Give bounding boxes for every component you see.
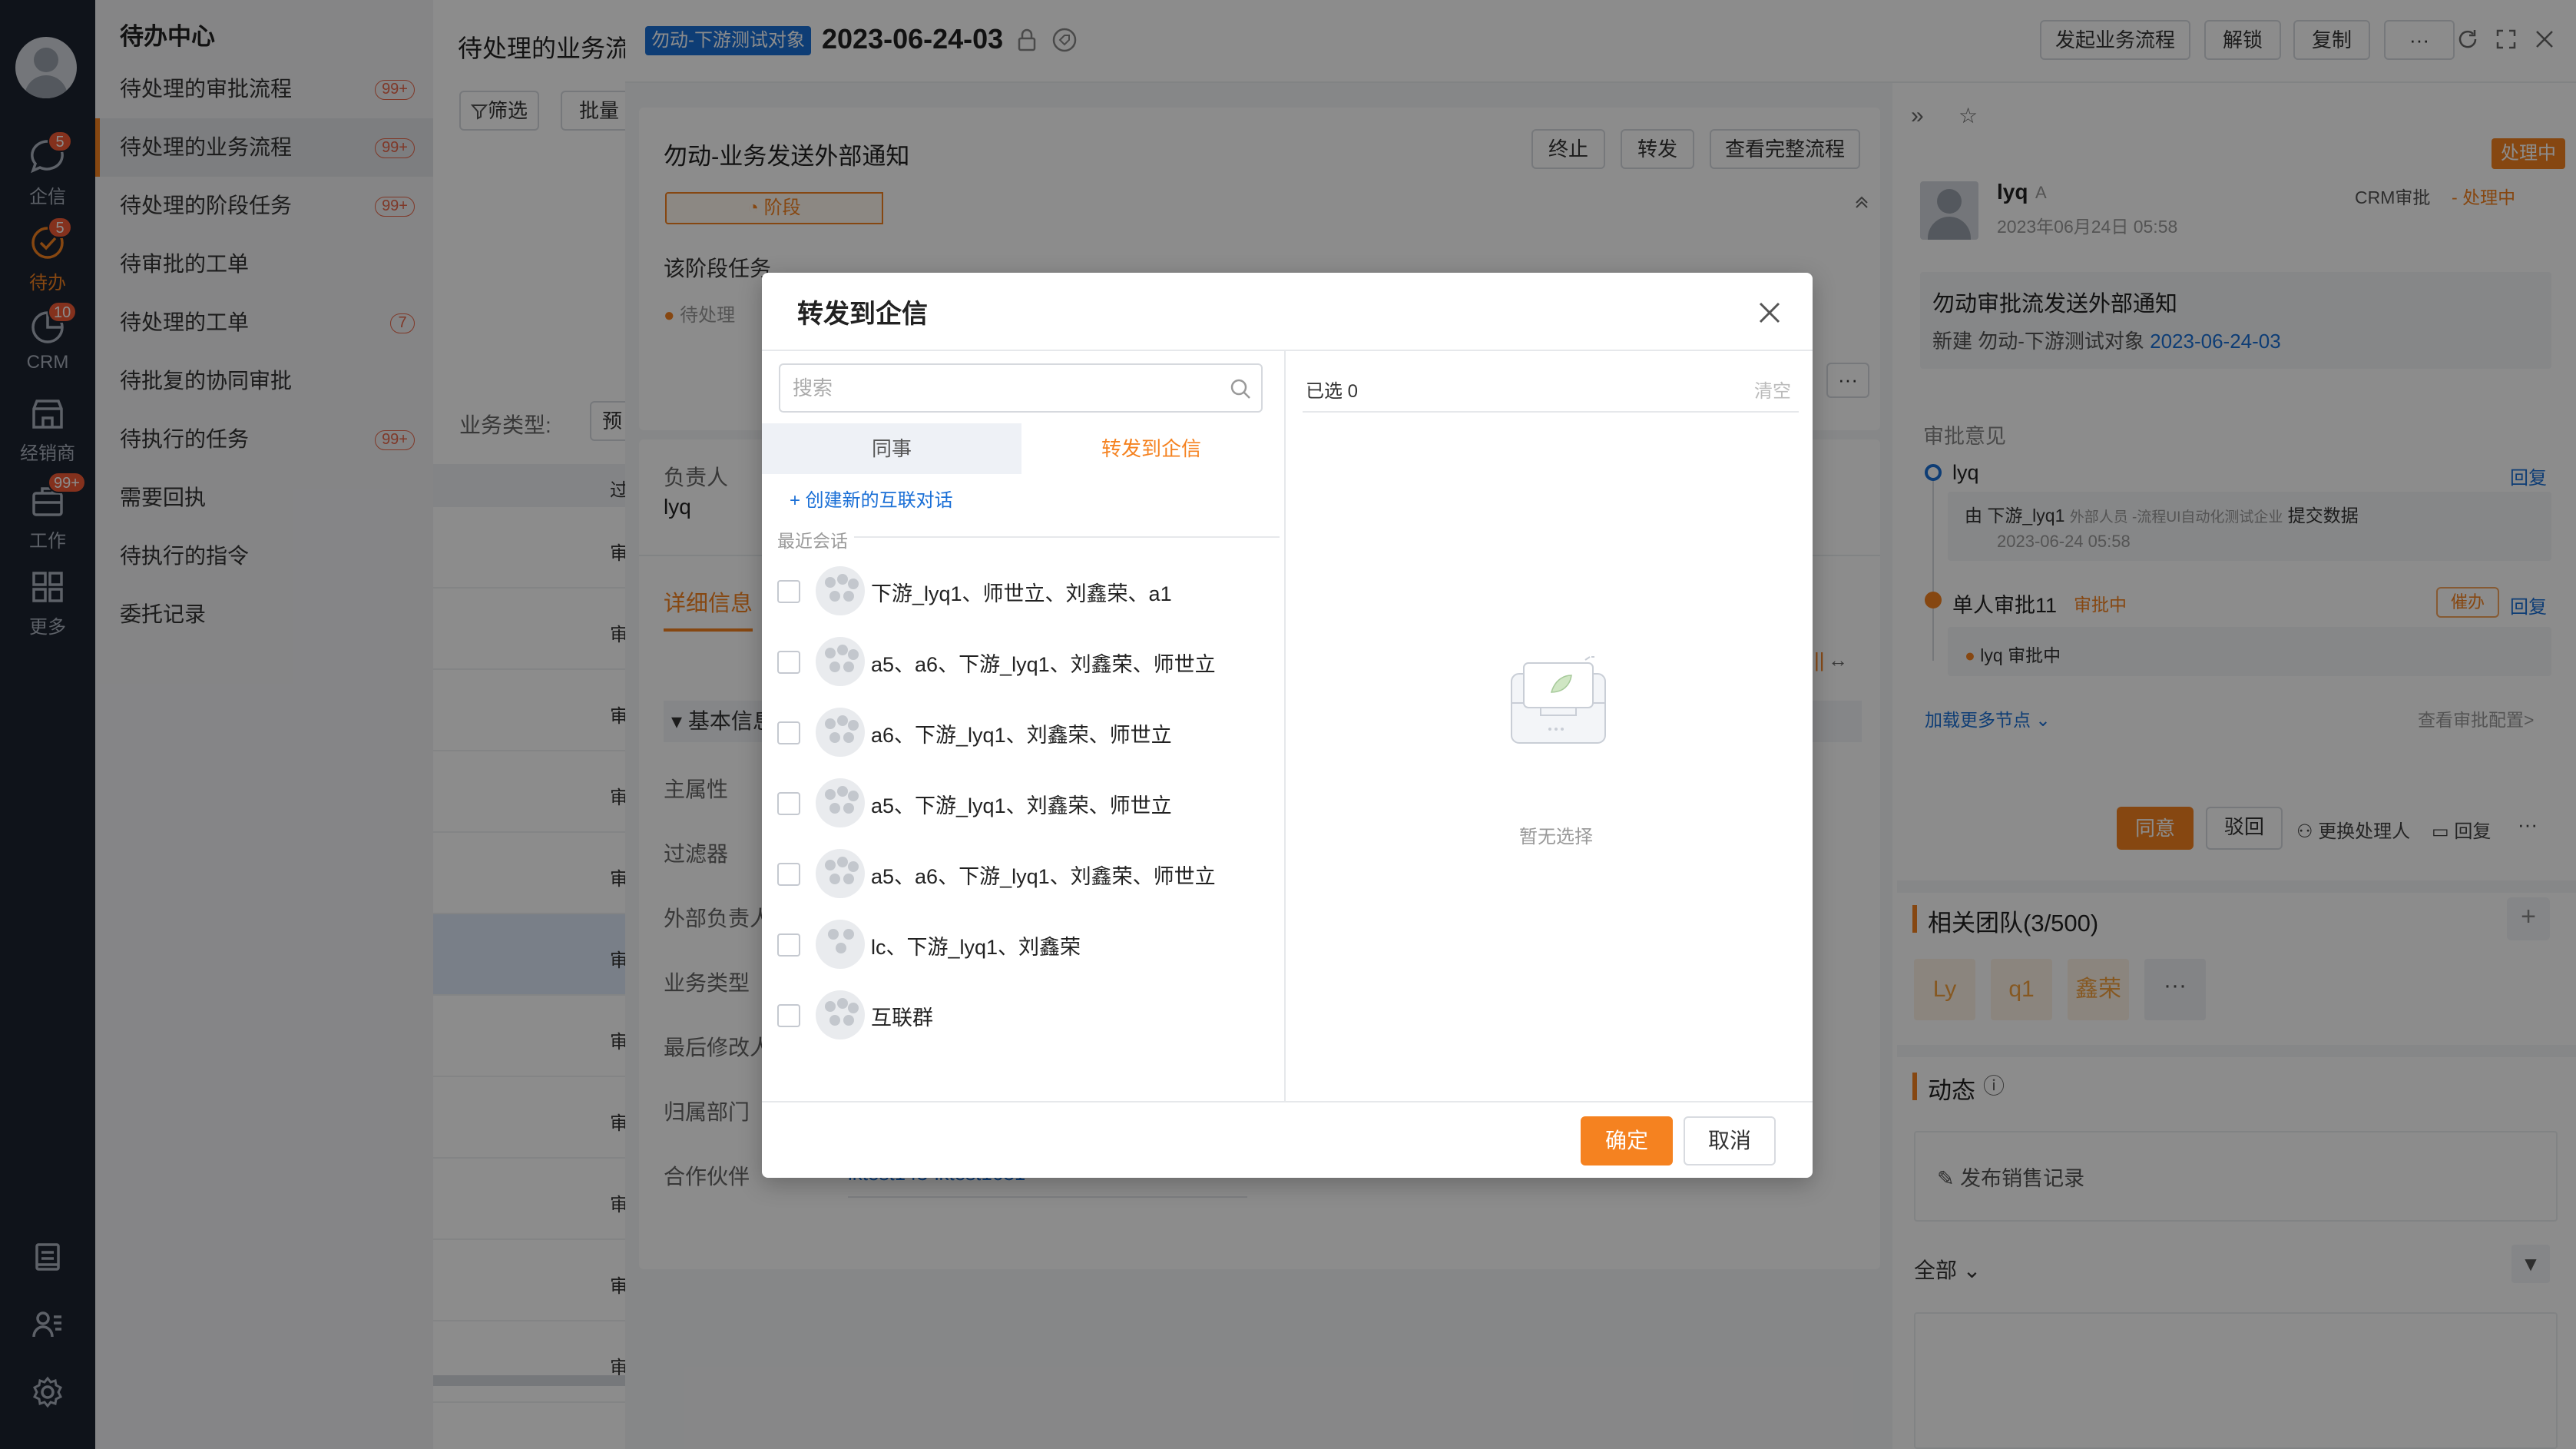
tab-forward-qixin[interactable]: 转发到企信 (1021, 423, 1281, 474)
tab-colleague[interactable]: 同事 (762, 423, 1021, 474)
conversation-name: 下游_lyq1、师世立、刘鑫荣、a1 (871, 582, 1172, 605)
recent-label: 最近会话 (777, 526, 854, 552)
dialog-tabs: 同事 转发到企信 (762, 423, 1284, 474)
group-avatar (816, 990, 865, 1040)
column-divider (1284, 351, 1286, 1101)
dialog-header-divider (762, 350, 1813, 351)
dialog-footer-divider (762, 1101, 1813, 1102)
conversation-checkbox[interactable] (777, 863, 800, 886)
conversation-name: a6、下游_lyq1、刘鑫荣、师世立 (871, 724, 1172, 747)
conversation-row[interactable]: 下游_lyq1、师世立、刘鑫荣、a1 (762, 555, 1284, 626)
group-avatar (816, 920, 865, 969)
conversation-checkbox[interactable] (777, 580, 800, 603)
conversation-row[interactable]: a5、下游_lyq1、刘鑫荣、师世立 (762, 768, 1284, 838)
forward-to-qixin-dialog: 转发到企信 搜索 同事 转发到企信 + 创建新的互联对话 最近会话 下游_lyq… (762, 273, 1813, 1178)
confirm-label: 确定 (1604, 1129, 1648, 1152)
confirm-button[interactable]: 确定 (1581, 1116, 1673, 1166)
conversation-name: a5、a6、下游_lyq1、刘鑫荣、师世立 (871, 653, 1216, 676)
dialog-title: 转发到企信 (797, 300, 928, 329)
conversation-checkbox[interactable] (777, 1004, 800, 1027)
conversation-checkbox[interactable] (777, 933, 800, 957)
selected-count: 已选 0 (1306, 381, 1359, 402)
conversation-name: a5、a6、下游_lyq1、刘鑫荣、师世立 (871, 865, 1216, 888)
conversation-name: lc、下游_lyq1、刘鑫荣 (871, 936, 1081, 959)
group-avatar (816, 708, 865, 757)
recent-section-header: 最近会话 (777, 526, 1280, 552)
empty-selection-text: 暂无选择 (1519, 827, 1593, 847)
clear-selection-link[interactable]: 清空 (1754, 376, 1791, 403)
search-icon (1230, 379, 1250, 399)
conversation-name: 互联群 (871, 1006, 933, 1030)
group-avatar (816, 566, 865, 615)
cancel-button[interactable]: 取消 (1684, 1116, 1776, 1166)
group-avatar (816, 778, 865, 827)
cancel-label: 取消 (1707, 1129, 1751, 1152)
conversation-checkbox[interactable] (777, 792, 800, 815)
conversation-row[interactable]: lc、下游_lyq1、刘鑫荣 (762, 909, 1284, 980)
group-avatar (816, 849, 865, 898)
conversation-row[interactable]: 互联群 (762, 980, 1284, 1050)
conversation-row[interactable]: a6、下游_lyq1、刘鑫荣、师世立 (762, 697, 1284, 768)
conversation-checkbox[interactable] (777, 651, 800, 674)
search-input[interactable]: 搜索 (779, 363, 1263, 413)
selected-header-divider (1303, 411, 1799, 413)
conversation-name: a5、下游_lyq1、刘鑫荣、师世立 (871, 794, 1172, 817)
search-placeholder: 搜索 (793, 376, 833, 400)
create-interconnect-chat-link[interactable]: + 创建新的互联对话 (790, 485, 953, 512)
close-icon[interactable] (1756, 299, 1783, 327)
conversation-row[interactable]: a5、a6、下游_lyq1、刘鑫荣、师世立 (762, 838, 1284, 909)
empty-inbox-icon (1511, 656, 1606, 744)
conversation-row[interactable]: a5、a6、下游_lyq1、刘鑫荣、师世立 (762, 626, 1284, 697)
group-avatar (816, 637, 865, 686)
conversation-checkbox[interactable] (777, 721, 800, 744)
